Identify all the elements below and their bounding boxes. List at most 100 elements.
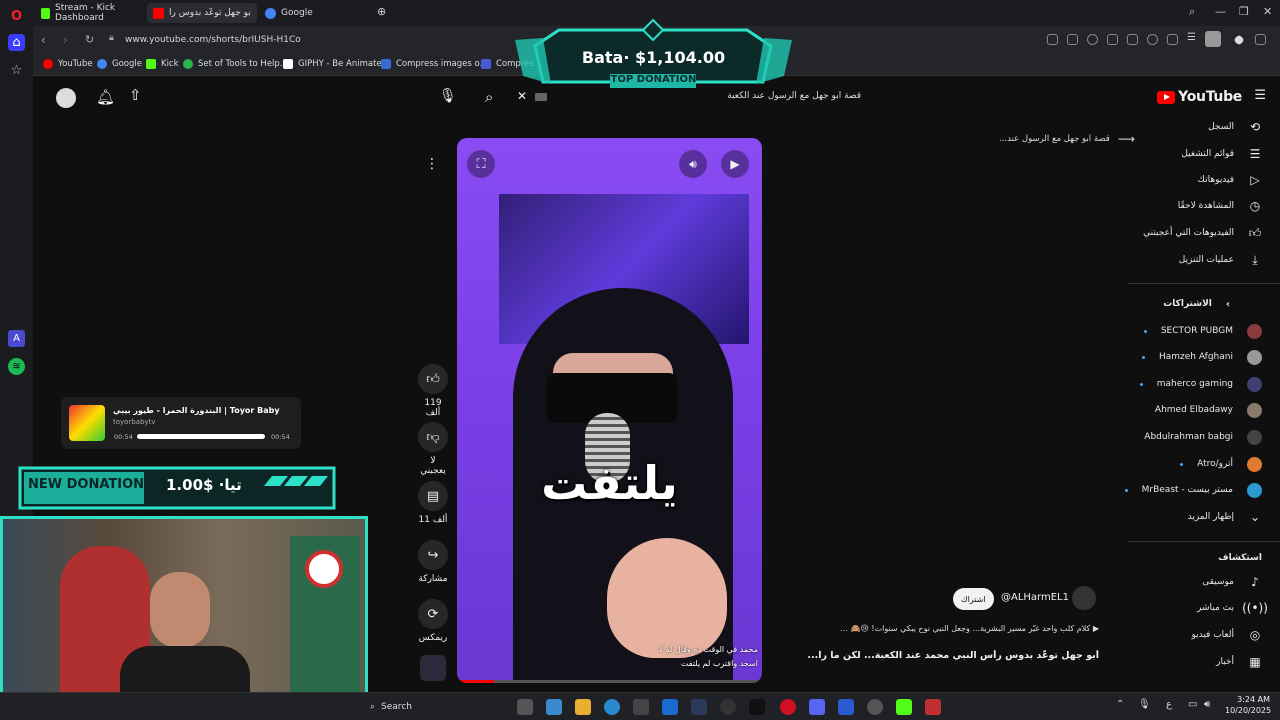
outlook-icon[interactable]: [662, 699, 678, 715]
settings-icon[interactable]: [1255, 34, 1266, 45]
menu-icon[interactable]: ☰: [1187, 32, 1198, 43]
subscriptions-header[interactable]: › الاشتراكات: [1163, 294, 1230, 314]
minimize-icon[interactable]: —: [1215, 5, 1226, 18]
nav-your-videos[interactable]: ▷ فيديوهاتك: [1198, 170, 1262, 190]
nav-watch-later[interactable]: ◷ المشاهدة لاحقًا: [1178, 196, 1262, 216]
remix-button[interactable]: ⟳ ريمكس: [417, 599, 449, 643]
bookmark-youtube[interactable]: YouTube: [43, 59, 93, 69]
download-icon[interactable]: [1167, 34, 1178, 45]
extension-icon[interactable]: [1047, 34, 1058, 45]
subscribe-button[interactable]: اشتراك: [953, 588, 994, 610]
language-indicator[interactable]: ع: [1166, 699, 1172, 710]
progress-track[interactable]: [457, 680, 762, 683]
edge-icon[interactable]: [604, 699, 620, 715]
new-tab-icon[interactable]: ⊕: [377, 5, 386, 18]
widgets-icon[interactable]: [546, 699, 562, 715]
display-icon[interactable]: ▭: [1188, 699, 1197, 710]
forward-icon[interactable]: ›: [63, 33, 68, 47]
keyboard-icon[interactable]: [535, 93, 547, 101]
store-icon[interactable]: [633, 699, 649, 715]
sub-item[interactable]: Hamzeh Afghani: [1141, 347, 1262, 367]
notifications-icon[interactable]: 🔔︎: [96, 88, 115, 106]
share-button[interactable]: ↪ مشاركة: [417, 540, 449, 584]
shield-icon[interactable]: [1087, 34, 1098, 45]
spotify-icon[interactable]: ≋: [8, 358, 25, 375]
sub-item[interactable]: maherco gaming: [1139, 374, 1262, 394]
maximize-icon[interactable]: ❐: [1239, 5, 1249, 18]
show-more-button[interactable]: ⌄ إظهار المزيد: [1188, 507, 1262, 527]
account-avatar[interactable]: [56, 88, 76, 108]
nav-history[interactable]: ⟲ السجل: [1208, 117, 1262, 137]
profile-avatar[interactable]: [1205, 31, 1221, 47]
obs-icon[interactable]: [867, 699, 883, 715]
play-icon[interactable]: ▶: [721, 150, 749, 178]
search-input[interactable]: قصة ابو جهل مع الرسول عند الكعبة: [727, 91, 861, 101]
audio-thumbnail[interactable]: [420, 655, 446, 681]
more-options-icon[interactable]: ⋮: [425, 156, 439, 172]
camera-icon[interactable]: [1067, 34, 1078, 45]
youtube-logo[interactable]: YouTube: [1157, 89, 1242, 105]
4k-app-icon[interactable]: [720, 699, 736, 715]
steam-icon[interactable]: [691, 699, 707, 715]
bookmark-tools[interactable]: Set of Tools to Help...: [183, 59, 288, 69]
clear-search-icon[interactable]: ✕: [517, 89, 527, 103]
kick-taskbar-icon[interactable]: [896, 699, 912, 715]
voice-search-icon[interactable]: 🎙︎: [439, 88, 457, 104]
sub-item[interactable]: مستر بيست - MrBeast: [1124, 480, 1262, 500]
volume-icon[interactable]: 🔊︎: [679, 150, 707, 178]
channel-avatar[interactable]: [1072, 586, 1096, 610]
back-icon[interactable]: ‹: [41, 33, 46, 47]
opera-taskbar-icon[interactable]: [780, 699, 796, 715]
comments-button[interactable]: ▤ 11 ألف: [417, 481, 449, 525]
nav-music[interactable]: ♪ موسيقى: [1202, 572, 1262, 592]
sub-item[interactable]: أترو/Atro: [1180, 454, 1262, 474]
fullscreen-icon[interactable]: ⛶: [467, 150, 495, 178]
taskbar-search[interactable]: ⌕ Search: [370, 698, 510, 716]
tab-google[interactable]: Google: [259, 3, 359, 23]
file-explorer-icon[interactable]: [575, 699, 591, 715]
tab-kick[interactable]: Stream - Kick Dashboard: [35, 3, 147, 23]
sub-item[interactable]: Abdulrahman babgi: [1144, 427, 1262, 447]
sub-item[interactable]: SECTOR PUBGM: [1143, 321, 1262, 341]
home-icon[interactable]: ⌂: [8, 34, 25, 51]
url-field[interactable]: www.youtube.com/shorts/brIUSH-H1Co: [125, 35, 301, 45]
star-icon[interactable]: ☆: [8, 62, 25, 79]
search-tabs-icon[interactable]: ⌕: [1189, 5, 1195, 19]
app-taskbar-icon[interactable]: [925, 699, 941, 715]
aria-icon[interactable]: A: [8, 330, 25, 347]
crypto-wallet-icon[interactable]: [1233, 34, 1245, 46]
bookmark-giphy[interactable]: GIPHY - Be Animated: [283, 59, 387, 69]
clock-date[interactable]: 10/20/2025: [1225, 706, 1271, 715]
heart-icon[interactable]: [1147, 34, 1158, 45]
nav-liked[interactable]: 👍︎ الفيديوهات التي أعجبتني: [1143, 223, 1262, 243]
shorts-video[interactable]: يلتفت محمد في الوقت ده وقال له لا اسجد و…: [457, 138, 762, 683]
tab-youtube[interactable]: أبو جهل توعّد بدوس رأ...: [147, 3, 257, 23]
microphone-tray-icon[interactable]: 🎙︎: [1138, 699, 1151, 710]
volume-tray-icon[interactable]: 🔊︎: [1204, 699, 1210, 710]
channel-handle[interactable]: @ALHarmEL1: [1001, 592, 1069, 603]
search-icon[interactable]: ⌕: [485, 88, 493, 106]
dislike-button[interactable]: 👎︎ لا يعجبني: [417, 422, 449, 476]
related-search-link[interactable]: ⟶ قصة ابو جهل مع الرسول عند...: [999, 132, 1135, 146]
vpn-taskbar-icon[interactable]: [838, 699, 854, 715]
video-title[interactable]: أبو جهل توعّد بدوس رأس النبي محمد عند ال…: [803, 650, 1099, 661]
like-button[interactable]: 👍︎ 119 ألف: [417, 364, 449, 418]
close-icon[interactable]: ✕: [1263, 5, 1272, 18]
vpn-icon[interactable]: [1107, 34, 1118, 45]
task-view-icon[interactable]: [517, 699, 533, 715]
opera-logo-icon[interactable]: O: [8, 8, 25, 25]
bookmark-google[interactable]: Google: [97, 59, 142, 69]
create-upload-icon[interactable]: ⇧: [129, 86, 142, 104]
discord-icon[interactable]: [809, 699, 825, 715]
bookmark-kick[interactable]: Kick: [146, 59, 179, 69]
nav-gaming[interactable]: ◎ ألعاب فيديو: [1191, 625, 1262, 645]
bookmark-compress[interactable]: Compress images o...: [381, 59, 488, 69]
nav-news[interactable]: ▦ أخبار: [1216, 652, 1262, 672]
nav-playlists[interactable]: ☰ قوائم التشغيل: [1181, 144, 1262, 164]
nav-downloads[interactable]: ⤓ عمليات التنزيل: [1179, 250, 1262, 270]
play-ext-icon[interactable]: [1127, 34, 1138, 45]
guide-menu-icon[interactable]: ☰: [1254, 88, 1266, 103]
sub-item[interactable]: Ahmed Elbadawy: [1155, 400, 1262, 420]
reload-icon[interactable]: ↻: [85, 33, 94, 46]
tiktok-icon[interactable]: [749, 699, 765, 715]
